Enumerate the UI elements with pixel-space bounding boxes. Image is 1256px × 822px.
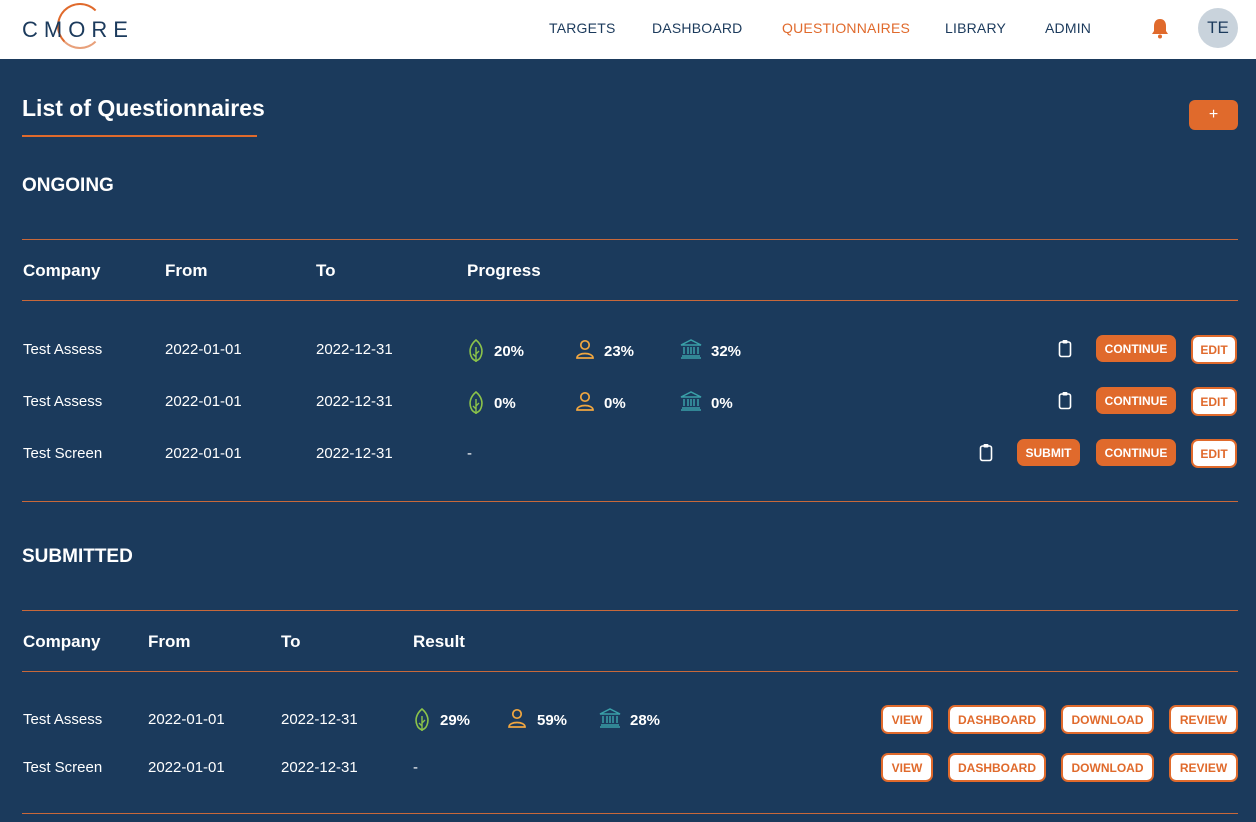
- view-button[interactable]: VIEW: [881, 705, 933, 734]
- review-button[interactable]: REVIEW: [1169, 753, 1238, 782]
- logo-text: CMORE: [22, 17, 134, 42]
- nav-admin[interactable]: ADMIN: [1045, 20, 1091, 36]
- person-icon: [576, 339, 594, 359]
- download-button[interactable]: DOWNLOAD: [1061, 753, 1154, 782]
- submitted-row1-to: 2022-12-31: [281, 711, 358, 728]
- ongoing-row3-company: Test Screen: [23, 445, 103, 462]
- submitted-header-result: Result: [413, 632, 465, 651]
- institution-icon: [680, 391, 702, 411]
- edit-button[interactable]: EDIT: [1191, 335, 1237, 364]
- person-icon: [508, 708, 526, 728]
- download-button[interactable]: DOWNLOAD: [1061, 705, 1154, 734]
- ongoing-row1-social-pct: 23%: [604, 343, 635, 360]
- ongoing-row2-company: Test Assess: [23, 393, 103, 410]
- edit-button[interactable]: EDIT: [1191, 439, 1237, 468]
- continue-button[interactable]: CONTINUE: [1096, 335, 1176, 362]
- ongoing-header-to: To: [316, 261, 336, 280]
- edit-button[interactable]: EDIT: [1191, 387, 1237, 416]
- institution-icon: [680, 339, 702, 359]
- clipboard-icon[interactable]: [1058, 391, 1072, 410]
- institution-icon: [599, 708, 621, 728]
- page-title: List of Questionnaires: [22, 95, 265, 121]
- submitted-row2-from: 2022-01-01: [148, 759, 225, 776]
- submitted-header-from: From: [148, 632, 191, 651]
- divider: [22, 300, 1238, 301]
- divider: [22, 813, 1238, 814]
- ongoing-row2-social-pct: 0%: [604, 395, 626, 412]
- ongoing-row1-company: Test Assess: [23, 341, 103, 358]
- cmore-logo[interactable]: CMORE: [22, 3, 134, 49]
- user-avatar[interactable]: TE: [1198, 8, 1238, 48]
- submitted-header-to: To: [281, 632, 301, 651]
- leaf-icon: [469, 339, 483, 362]
- ongoing-header-progress: Progress: [467, 261, 541, 280]
- ongoing-row2-from: 2022-01-01: [165, 393, 242, 410]
- divider: [22, 671, 1238, 672]
- submitted-row1-env-pct: 29%: [440, 712, 471, 729]
- nav-library[interactable]: LIBRARY: [945, 20, 1006, 36]
- clipboard-icon[interactable]: [979, 443, 993, 462]
- ongoing-row3-progress-empty: -: [467, 445, 472, 462]
- view-button[interactable]: VIEW: [881, 753, 933, 782]
- review-button[interactable]: REVIEW: [1169, 705, 1238, 734]
- continue-button[interactable]: CONTINUE: [1096, 387, 1176, 414]
- ongoing-header-company: Company: [23, 261, 101, 280]
- ongoing-row3-to: 2022-12-31: [316, 445, 393, 462]
- divider: [22, 610, 1238, 611]
- title-underline: [22, 135, 257, 137]
- nav-targets[interactable]: TARGETS: [549, 20, 615, 36]
- ongoing-row1-to: 2022-12-31: [316, 341, 393, 358]
- leaf-icon: [469, 391, 483, 414]
- clipboard-icon[interactable]: [1058, 339, 1072, 358]
- top-navigation-bar: CMORE TARGETS DASHBOARD QUESTIONNAIRES L…: [0, 0, 1256, 59]
- submitted-row1-social-pct: 59%: [537, 712, 568, 729]
- submitted-row1-company: Test Assess: [23, 711, 103, 728]
- ongoing-row1-env-pct: 20%: [494, 343, 525, 360]
- ongoing-row1-from: 2022-01-01: [165, 341, 242, 358]
- nav-questionnaires[interactable]: QUESTIONNAIRES: [782, 20, 910, 36]
- continue-button[interactable]: CONTINUE: [1096, 439, 1176, 466]
- submitted-row2-company: Test Screen: [23, 759, 103, 776]
- ongoing-section-title: ONGOING: [22, 175, 114, 196]
- ongoing-row2-to: 2022-12-31: [316, 393, 393, 410]
- ongoing-header-from: From: [165, 261, 208, 280]
- submitted-section-title: SUBMITTED: [22, 546, 133, 567]
- submitted-header-company: Company: [23, 632, 101, 651]
- submit-button[interactable]: SUBMIT: [1017, 439, 1080, 466]
- divider: [22, 239, 1238, 240]
- submitted-row2-to: 2022-12-31: [281, 759, 358, 776]
- divider: [22, 501, 1238, 502]
- ongoing-row2-env-pct: 0%: [494, 395, 516, 412]
- nav-dashboard[interactable]: DASHBOARD: [652, 20, 742, 36]
- add-questionnaire-button[interactable]: +: [1189, 100, 1238, 130]
- ongoing-row3-from: 2022-01-01: [165, 445, 242, 462]
- leaf-icon: [415, 708, 429, 731]
- dashboard-button[interactable]: DASHBOARD: [948, 753, 1046, 782]
- ongoing-row1-gov-pct: 32%: [711, 343, 742, 360]
- dashboard-button[interactable]: DASHBOARD: [948, 705, 1046, 734]
- bell-icon[interactable]: [1150, 17, 1170, 39]
- person-icon: [576, 391, 594, 411]
- submitted-row1-from: 2022-01-01: [148, 711, 225, 728]
- ongoing-row2-gov-pct: 0%: [711, 395, 733, 412]
- submitted-row1-gov-pct: 28%: [630, 712, 661, 729]
- submitted-row2-result-empty: -: [413, 759, 418, 776]
